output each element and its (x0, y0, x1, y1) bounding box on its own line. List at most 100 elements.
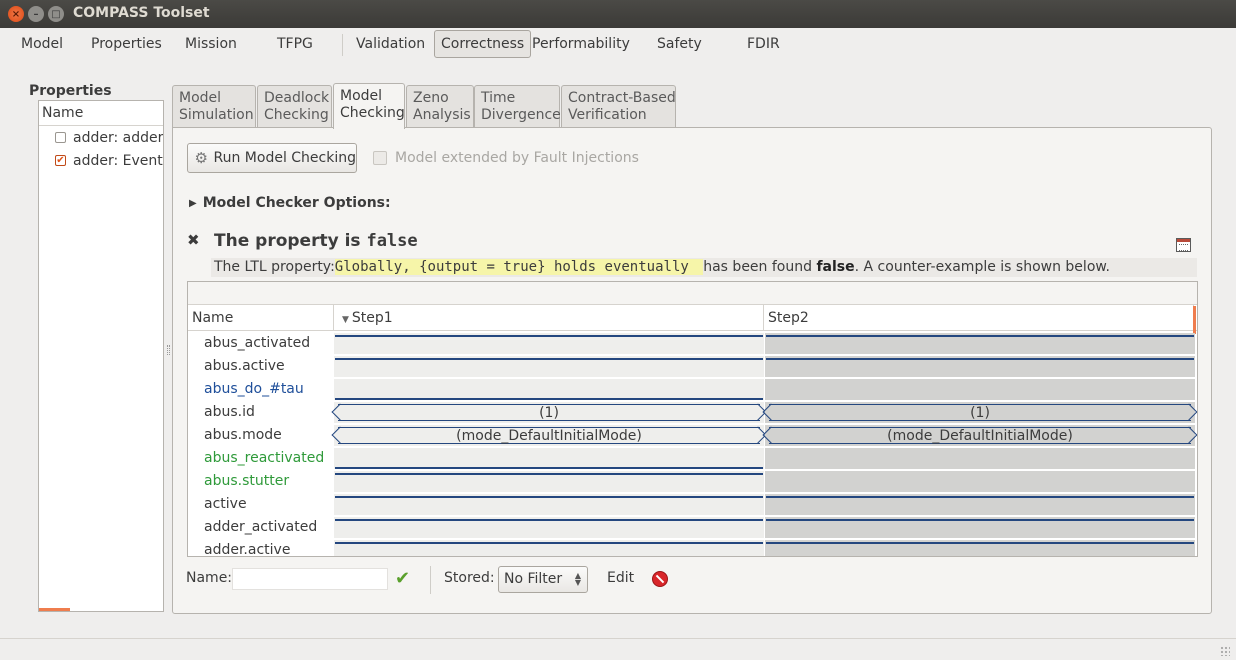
trace-row[interactable]: abus_reactivated (188, 447, 1197, 470)
trace-row[interactable]: abus.stutter (188, 470, 1197, 493)
signal-high-line (766, 519, 1194, 521)
result-title-prefix: The property is (214, 231, 367, 251)
trace-variable-name: abus_reactivated (204, 450, 325, 466)
counterexample-trace-table: Name ▼ Step1 Step2 abus_activated abus.act… (187, 281, 1198, 557)
trace-variable-name: active (204, 496, 247, 512)
menu-bar: Model Properties Mission TFPG Validation… (0, 28, 1236, 62)
trace-value: (1) (338, 404, 760, 421)
scroll-indicator[interactable] (1193, 306, 1196, 334)
properties-name-header[interactable]: Name (39, 101, 163, 126)
step1-cell (334, 517, 764, 538)
sort-down-icon: ▼ (342, 315, 349, 325)
column-header-name[interactable]: Name (188, 305, 334, 331)
horizontal-scrollbar[interactable] (39, 608, 70, 611)
name-filter-input[interactable] (232, 568, 388, 590)
clear-filter-icon[interactable] (652, 571, 668, 587)
step2-cell (765, 379, 1195, 400)
spin-arrows-icon: ▲ ▼ (574, 571, 581, 587)
trace-row[interactable]: adder_activated (188, 516, 1197, 539)
step2-cell (765, 517, 1195, 538)
step1-cell (334, 540, 764, 556)
signal-high-line (335, 358, 763, 360)
trace-row[interactable]: abus_activated (188, 332, 1197, 355)
trace-header: Name ▼ Step1 Step2 (188, 305, 1197, 331)
ltl-prefix: The LTL property: (214, 259, 335, 275)
stored-filter-select[interactable]: No Filter ▲ ▼ (498, 566, 588, 593)
signal-high-line (766, 358, 1194, 360)
close-window-icon[interactable]: × (8, 6, 24, 22)
ltl-mid: has been found (703, 259, 817, 275)
menu-correctness[interactable]: Correctness (434, 30, 532, 58)
menu-fdir[interactable]: FDIR (747, 36, 780, 52)
tab-contract-based-verification[interactable]: Contract-Based Verification (561, 85, 676, 128)
menu-validation[interactable]: Validation (356, 36, 425, 52)
trace-variable-name: abus.mode (204, 427, 282, 443)
resize-grip-icon[interactable] (1220, 646, 1230, 656)
step1-cell (334, 494, 764, 515)
step1-cell (334, 448, 764, 469)
tab-model-simulation[interactable]: Model Simulation (172, 85, 256, 128)
run-button-label: Run Model Checking (213, 150, 357, 166)
stored-filter-value: No Filter (504, 571, 563, 587)
title-bar: × – □ COMPASS Toolset (0, 0, 1236, 28)
menu-properties[interactable]: Properties (91, 36, 162, 52)
menu-tfpg[interactable]: TFPG (277, 36, 313, 52)
model-checker-options-expander[interactable]: ▶ Model Checker Options: (189, 195, 391, 211)
properties-list: Name adder: adder_ ✔ adder: Eventu (38, 100, 164, 612)
pane-splitter[interactable] (167, 345, 170, 355)
property-checkbox-checked[interactable]: ✔ (55, 155, 66, 166)
trace-row[interactable]: adder.active (188, 539, 1197, 556)
status-bar (0, 638, 1236, 660)
trace-row[interactable]: active (188, 493, 1197, 516)
trace-variable-name: abus.id (204, 404, 255, 420)
menu-performability[interactable]: Performability (532, 36, 630, 52)
fault-checkbox-box[interactable] (373, 151, 387, 165)
trace-variable-name: abus_activated (204, 335, 311, 351)
property-label: adder: adder_ (73, 129, 164, 146)
stored-filter-label: Stored: (444, 570, 495, 586)
result-title-value: false (366, 231, 418, 251)
edit-filter-button[interactable]: Edit (607, 570, 634, 586)
export-trace-icon[interactable] (1176, 238, 1191, 252)
tab-time-divergence[interactable]: Time Divergence (474, 85, 561, 128)
trace-row[interactable]: abus.id (1) (1) (188, 401, 1197, 424)
tab-model-checking[interactable]: Model Checking (333, 83, 405, 129)
run-model-checking-button[interactable]: ⚙ Run Model Checking (187, 143, 357, 173)
tab-deadlock-checking[interactable]: Deadlock Checking (257, 85, 332, 128)
trace-variable-name: abus.stutter (204, 473, 290, 489)
minimize-window-icon[interactable]: – (28, 6, 44, 22)
expand-triangle-icon: ▶ (189, 197, 197, 209)
property-item[interactable]: ✔ adder: Eventu (39, 149, 163, 172)
step1-cell: (mode_DefaultInitialMode) (334, 425, 764, 446)
maximize-window-icon[interactable]: □ (48, 6, 64, 22)
menu-safety[interactable]: Safety (657, 36, 702, 52)
property-item[interactable]: adder: adder_ (39, 126, 163, 149)
trace-row[interactable]: abus.active (188, 355, 1197, 378)
window-title: COMPASS Toolset (73, 5, 210, 21)
fault-injection-checkbox[interactable]: Model extended by Fault Injections (373, 150, 639, 166)
fault-checkbox-label: Model extended by Fault Injections (395, 150, 639, 166)
menu-mission[interactable]: Mission (185, 36, 237, 52)
signal-high-line (335, 519, 763, 521)
trace-value: (mode_DefaultInitialMode) (769, 427, 1191, 444)
signal-high-line (335, 496, 763, 498)
tab-zeno-analysis[interactable]: Zeno Analysis (406, 85, 474, 128)
column-header-step2[interactable]: Step2 (764, 305, 1194, 331)
signal-high-line (335, 335, 763, 337)
column-header-step1[interactable]: ▼ Step1 (334, 305, 764, 331)
trace-row[interactable]: abus.mode (mode_DefaultInitialMode) (mode_… (188, 424, 1197, 447)
menu-model[interactable]: Model (21, 36, 63, 52)
signal-high-line (766, 496, 1194, 498)
options-label: Model Checker Options: (202, 195, 391, 211)
trace-row[interactable]: abus_do_#tau (188, 378, 1197, 401)
filter-separator (430, 566, 431, 594)
step2-cell (765, 356, 1195, 377)
apply-check-icon[interactable]: ✔ (395, 568, 410, 589)
trace-value: (1) (769, 404, 1191, 421)
ltl-value: false (816, 259, 855, 275)
property-checkbox[interactable] (55, 132, 66, 143)
failure-x-icon: ✖ (187, 231, 200, 249)
step2-cell (765, 471, 1195, 492)
signal-high-line (766, 335, 1194, 337)
trace-variable-name: abus_do_#tau (204, 381, 304, 397)
